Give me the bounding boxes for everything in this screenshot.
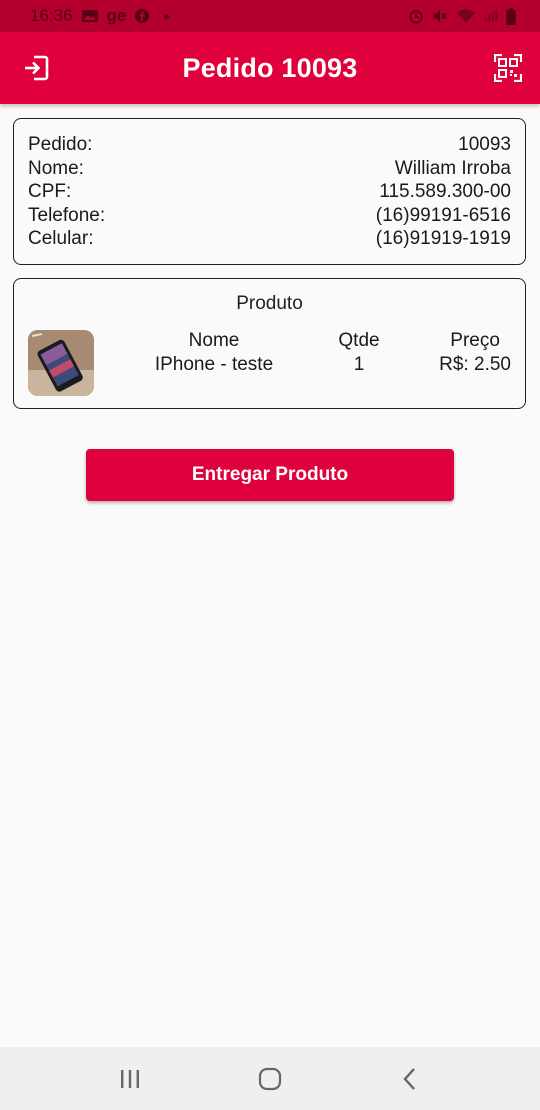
qr-code-icon [494, 54, 522, 82]
status-right [408, 7, 516, 25]
battery-icon [506, 7, 516, 25]
logout-icon [25, 55, 49, 81]
recent-apps-button[interactable] [110, 1059, 150, 1099]
info-label: Celular: [28, 228, 94, 249]
info-value: (16)91919-1919 [375, 228, 511, 249]
gallery-icon [81, 10, 98, 22]
status-bar: 16:36 ge [0, 0, 540, 32]
product-qtde: 1 [353, 354, 365, 375]
page-title: Pedido 10093 [182, 52, 358, 83]
mute-icon [433, 9, 447, 23]
info-row-cpf: CPF: 115.589.300-00 [28, 180, 511, 204]
order-info-card: Pedido: 10093 Nome: William Irroba CPF: … [13, 118, 526, 265]
product-name: IPhone - teste [154, 354, 274, 375]
back-button[interactable] [390, 1059, 430, 1099]
info-label: CPF: [28, 181, 72, 202]
product-card: Produto Nome IPhone - teste Qtde 1 Preço… [13, 278, 526, 409]
status-left: 16:36 ge [30, 6, 170, 26]
logout-button[interactable] [18, 50, 54, 86]
info-value: William Irroba [394, 157, 511, 179]
notification-dot-icon [164, 13, 170, 19]
product-heading: Produto [236, 293, 303, 314]
col-header-nome: Nome [188, 330, 240, 351]
signal-icon [484, 9, 498, 22]
product-preco: R$: 2.50 [439, 354, 511, 375]
info-row-nome: Nome: William Irroba [28, 157, 511, 181]
home-button[interactable] [250, 1059, 290, 1099]
wifi-icon [457, 9, 475, 23]
qr-scan-button[interactable] [490, 50, 526, 86]
info-value: 10093 [458, 134, 511, 155]
home-icon [258, 1067, 282, 1090]
info-label: Telefone: [28, 204, 106, 226]
status-time: 16:36 [30, 6, 73, 25]
info-value: 115.589.300-00 [379, 181, 511, 202]
carrier-text: ge [106, 6, 127, 25]
product-col-preco: Preço R$: 2.50 [439, 329, 511, 377]
product-image [28, 330, 94, 396]
info-row-telefone: Telefone: (16)99191-6516 [28, 204, 511, 228]
deliver-product-button[interactable]: Entregar Produto [86, 449, 454, 501]
alarm-icon [409, 10, 423, 24]
col-header-qtde: Qtde [338, 330, 380, 351]
phone-photo-icon [28, 330, 94, 396]
info-label: Nome: [28, 157, 84, 179]
product-col-nome: Nome IPhone - teste [144, 329, 284, 377]
info-row-celular: Celular: (16)91919-1919 [28, 227, 511, 251]
system-nav-bar [0, 1047, 540, 1110]
info-value: (16)99191-6516 [375, 204, 511, 226]
recent-apps-icon [121, 1069, 139, 1088]
info-label: Pedido: [28, 134, 93, 155]
info-row-pedido: Pedido: 10093 [28, 133, 511, 157]
back-icon [403, 1067, 415, 1090]
app-bar: Pedido 10093 [0, 32, 540, 104]
product-col-qtde: Qtde 1 [319, 329, 399, 377]
facebook-icon [135, 8, 150, 24]
col-header-preco: Preço [450, 330, 500, 351]
